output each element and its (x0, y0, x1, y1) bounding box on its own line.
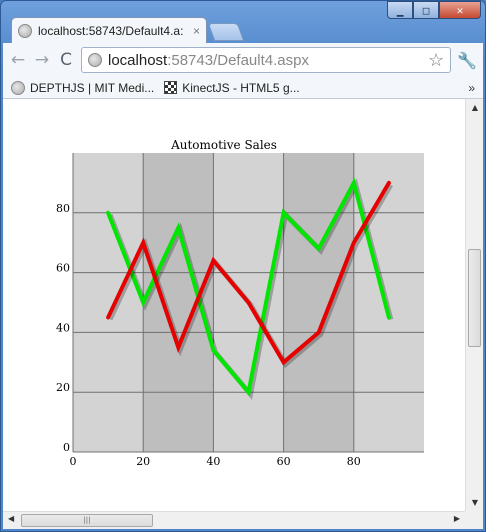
bookmarks-bar: DEPTHJS | MIT Medi... KinectJS - HTML5 g… (3, 77, 483, 99)
new-tab-button[interactable] (207, 23, 245, 41)
address-url[interactable]: localhost:58743/Default4.aspx (108, 52, 422, 69)
reload-icon[interactable]: C (57, 50, 75, 70)
url-path: :58743/Default4.aspx (167, 51, 309, 69)
chart-title: Automotive Sales (170, 138, 277, 152)
y-tick-label: 20 (56, 381, 70, 394)
forward-arrow-icon[interactable]: → (33, 50, 51, 70)
back-arrow-icon[interactable]: ← (9, 50, 27, 70)
globe-icon (18, 23, 32, 38)
y-tick-label: 0 (63, 441, 70, 454)
maximize-button[interactable]: □ (413, 1, 439, 19)
bookmark-label: DEPTHJS | MIT Medi... (30, 80, 155, 95)
line-chart: Automotive Sales 0 20 40 60 80 0 20 40 60 80 (56, 138, 424, 468)
vertical-scroll-thumb[interactable] (468, 249, 481, 347)
toolbar: ← → C localhost:58743/Default4.aspx ☆ 🔧 (3, 43, 483, 77)
vertical-scrollbar[interactable]: ▲ ▼ (465, 99, 483, 511)
x-tick-label: 0 (70, 455, 77, 468)
bookmark-depthjs[interactable]: DEPTHJS | MIT Medi... (11, 80, 155, 95)
plot-band (283, 153, 354, 452)
scrollbar-corner (465, 511, 483, 529)
scroll-left-icon[interactable]: ◀ (8, 514, 14, 523)
bookmark-star-icon[interactable]: ☆ (428, 50, 444, 71)
tab-active[interactable]: localhost:58743/Default4.a: × (11, 17, 207, 43)
y-tick-label: 80 (56, 202, 70, 215)
horizontal-scroll-thumb[interactable]: ||| (21, 514, 153, 527)
address-bar[interactable]: localhost:58743/Default4.aspx ☆ (81, 47, 452, 73)
minimize-icon: ▁ (396, 3, 404, 17)
bookmark-kineticjs[interactable]: KinectJS - HTML5 g... (164, 80, 300, 95)
url-host: localhost (108, 51, 168, 69)
x-tick-label: 60 (277, 455, 291, 468)
wrench-icon[interactable]: 🔧 (457, 51, 477, 70)
maximize-icon: □ (422, 3, 430, 17)
horizontal-scrollbar[interactable]: ◀ ||| ▶ (3, 511, 465, 529)
scroll-right-icon[interactable]: ▶ (454, 514, 460, 523)
x-tick-label: 20 (136, 455, 150, 468)
scroll-up-icon[interactable]: ▲ (466, 103, 484, 112)
bookmark-label: KinectJS - HTML5 g... (182, 80, 300, 95)
page-content: Automotive Sales 0 20 40 60 80 0 20 40 60 80 (3, 99, 465, 511)
scroll-down-icon[interactable]: ▼ (466, 498, 484, 507)
checker-icon (164, 81, 178, 94)
window-controls: ▁ □ ✕ (387, 1, 481, 19)
close-window-button[interactable]: ✕ (439, 1, 481, 19)
minimize-button[interactable]: ▁ (387, 1, 413, 19)
browser-window: ▁ □ ✕ localhost:58743/Default4.a: × ← → … (0, 0, 486, 532)
tab-close-icon[interactable]: × (193, 24, 200, 38)
y-tick-label: 60 (56, 262, 70, 275)
globe-icon (11, 80, 25, 95)
x-tick-label: 40 (206, 455, 220, 468)
y-tick-label: 40 (56, 321, 70, 334)
bookmarks-more-icon[interactable]: » (468, 81, 475, 95)
x-tick-label: 80 (347, 455, 361, 468)
close-icon: ✕ (456, 3, 464, 17)
tab-title: localhost:58743/Default4.a: (38, 23, 184, 38)
page-globe-icon (88, 53, 102, 67)
